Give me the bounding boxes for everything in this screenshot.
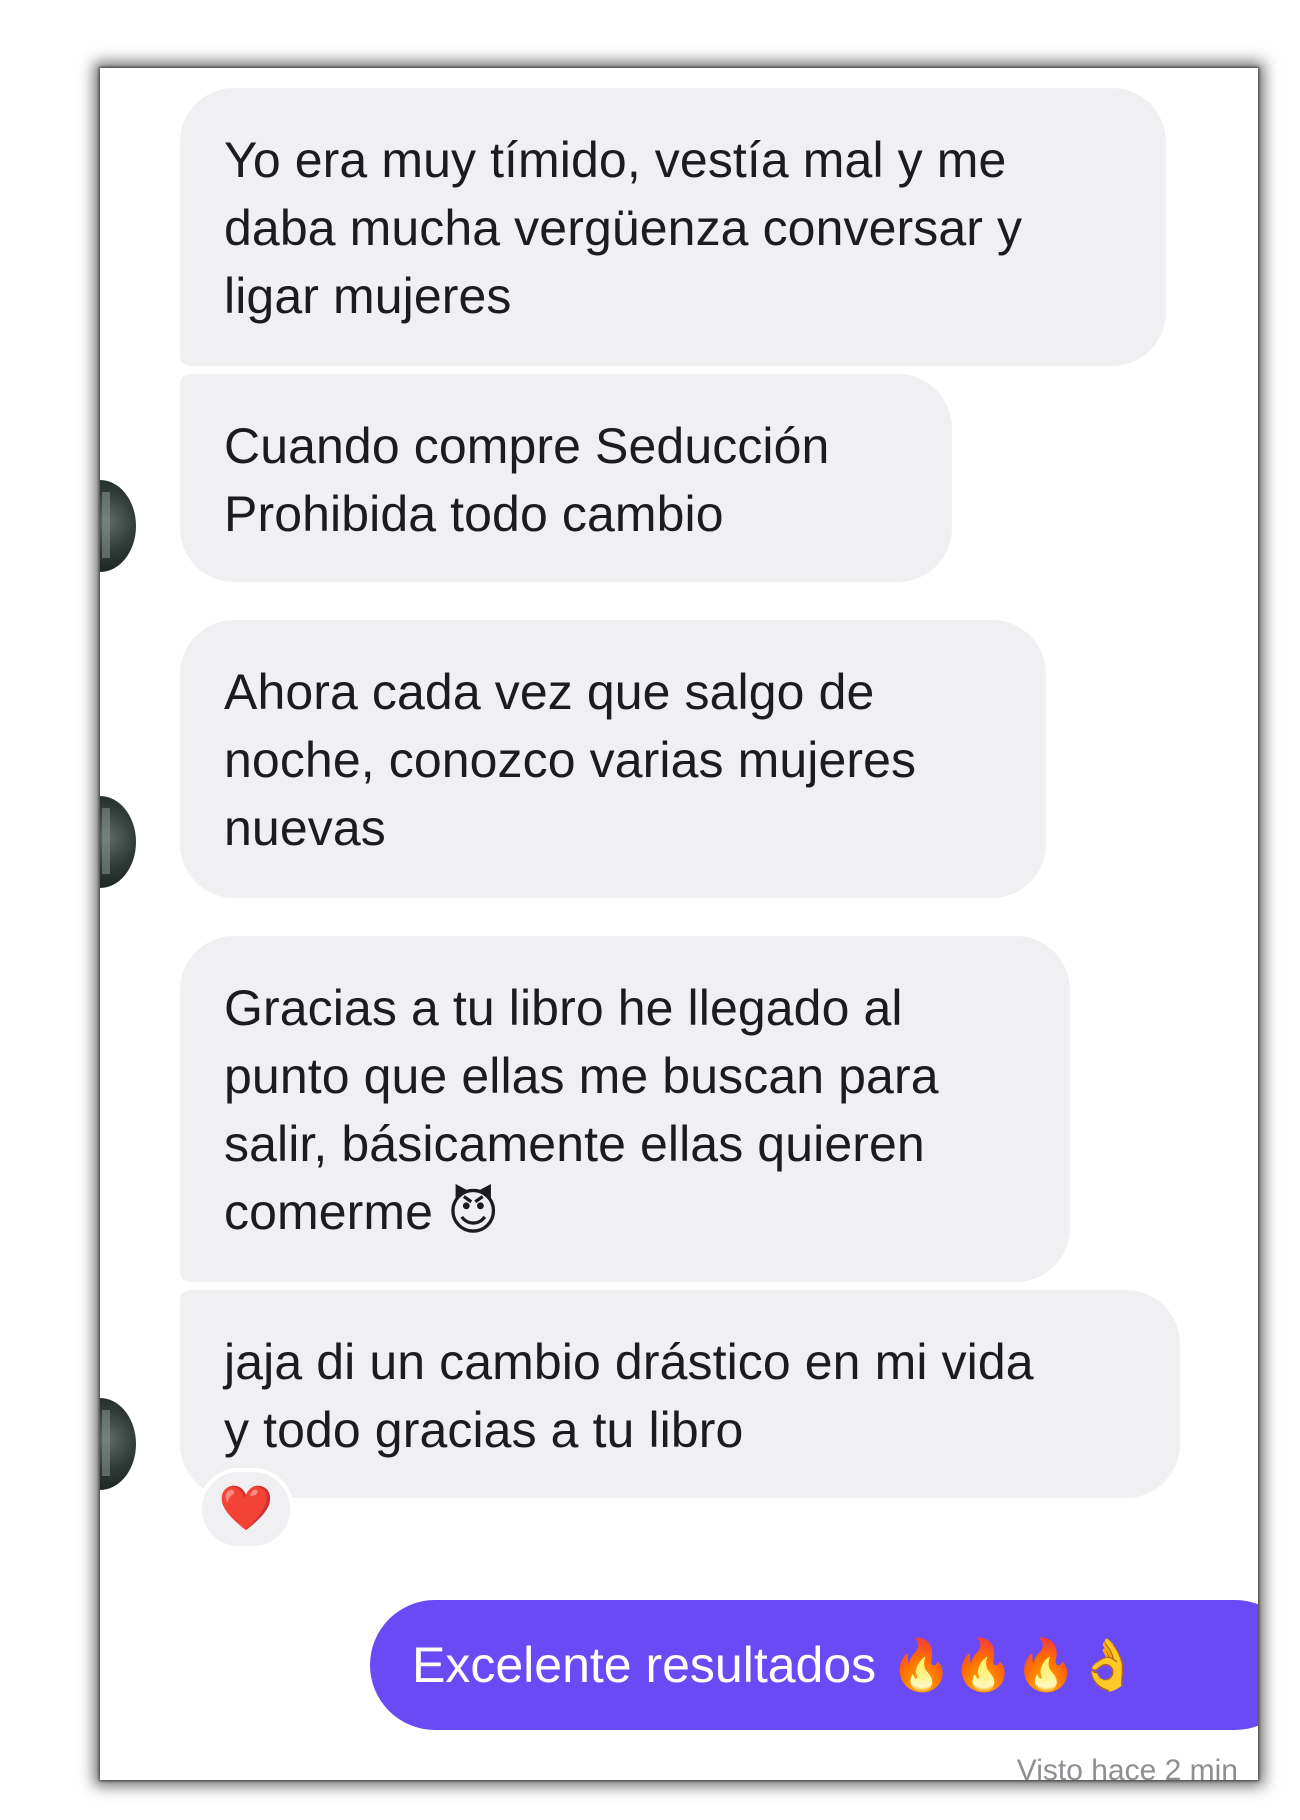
received-message-bubble[interactable]: Cuando compre Seducción Prohibida todo c… xyxy=(180,374,952,582)
chat-screenshot: Yo era muy tímido, vestía mal y me daba … xyxy=(100,68,1258,1780)
sender-avatar[interactable] xyxy=(100,1398,136,1490)
seen-status: Visto hace 2 min xyxy=(1016,1754,1238,1780)
received-message-bubble[interactable]: jaja di un cambio drástico en mi vida y … xyxy=(180,1290,1180,1498)
sender-avatar[interactable] xyxy=(100,796,136,888)
page-canvas: Yo era muy tímido, vestía mal y me daba … xyxy=(0,0,1300,1820)
received-message-bubble[interactable]: Yo era muy tímido, vestía mal y me daba … xyxy=(180,88,1166,366)
heart-icon: ❤️ xyxy=(218,1483,274,1534)
received-message-bubble[interactable]: Ahora cada vez que salgo de noche, conoz… xyxy=(180,620,1046,898)
heart-reaction-icon[interactable]: ❤️ xyxy=(198,1468,294,1550)
sent-message-bubble[interactable]: Excelente resultados 🔥🔥🔥👌 xyxy=(370,1600,1258,1730)
received-message-bubble[interactable]: Gracias a tu libro he llegado al punto q… xyxy=(180,936,1070,1282)
sender-avatar[interactable] xyxy=(100,480,136,572)
